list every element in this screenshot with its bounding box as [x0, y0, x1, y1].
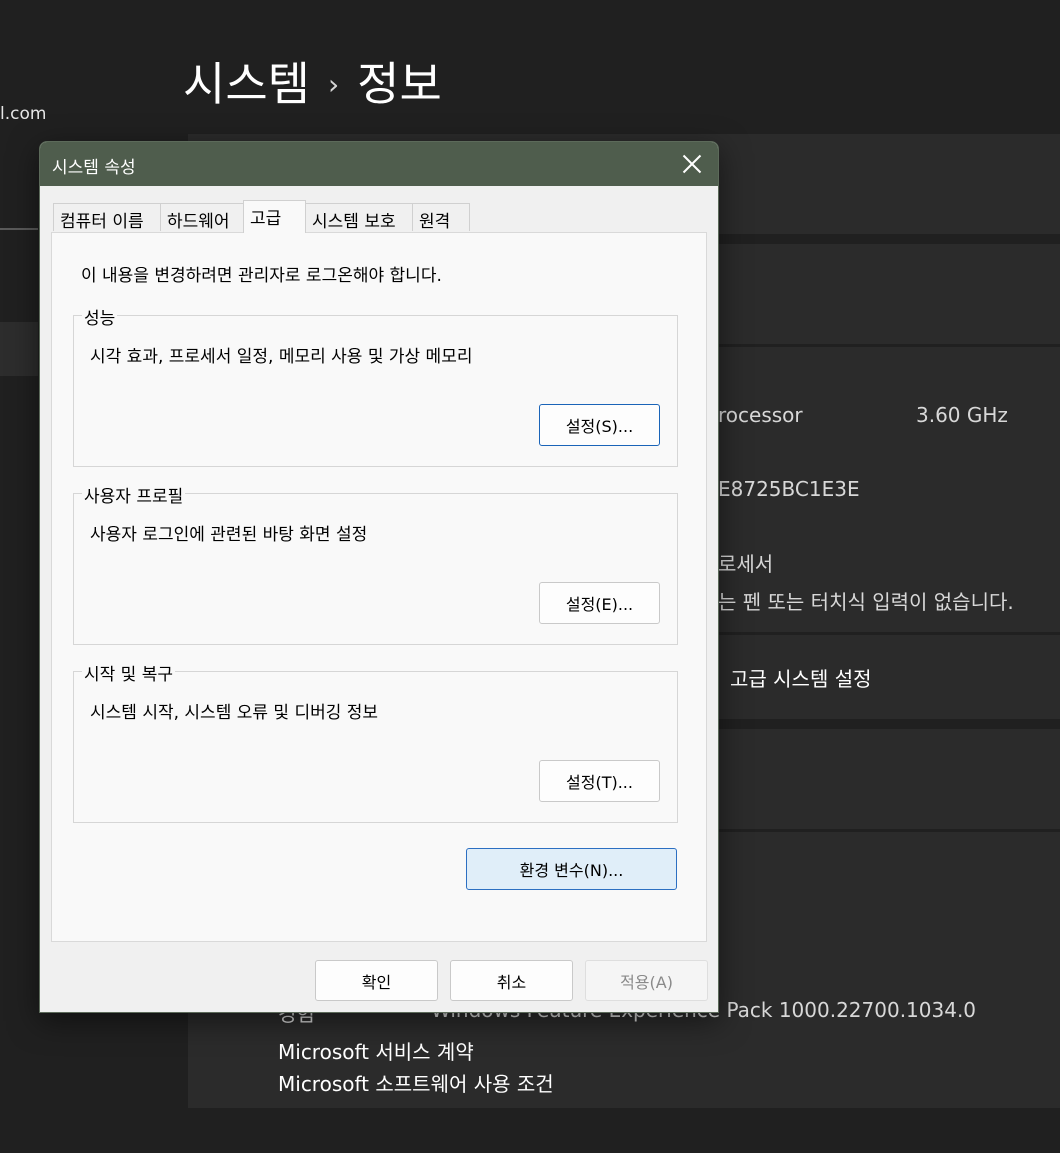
environment-variables-button[interactable]: 환경 변수(N)... [466, 848, 677, 890]
pen-touch-info: 는 펜 또는 터치식 입력이 없습니다. [718, 590, 1014, 614]
processor-label: rocessor [718, 403, 803, 427]
admin-notice: 이 내용을 변경하려면 관리자로 로그온해야 합니다. [81, 266, 442, 286]
user-profiles-settings-button[interactable]: 설정(E)... [539, 582, 660, 624]
advanced-system-settings-link[interactable]: 고급 시스템 설정 [730, 663, 872, 692]
system-type: 로세서 [718, 552, 774, 576]
group-description: 시각 효과, 프로세서 일정, 메모리 사용 및 가상 메모리 [90, 347, 473, 367]
tab-remote[interactable]: 원격 [412, 203, 470, 232]
group-legend: 성능 [82, 304, 118, 329]
ms-license-terms-link[interactable]: Microsoft 소프트웨어 사용 조건 [278, 1068, 554, 1097]
processor-speed: 3.60 GHz [916, 403, 1008, 427]
ok-button[interactable]: 확인 [315, 960, 438, 1001]
ms-services-agreement-link[interactable]: Microsoft 서비스 계약 [278, 1036, 474, 1065]
cancel-button[interactable]: 취소 [450, 960, 573, 1001]
tab-advanced[interactable]: 고급 [243, 200, 306, 233]
nav-search-underline [0, 228, 38, 230]
advanced-tab-panel: 이 내용을 변경하려면 관리자로 로그온해야 합니다. 성능 시각 효과, 프로… [51, 232, 707, 942]
startup-recovery-settings-button[interactable]: 설정(T)... [539, 760, 660, 802]
dialog-title: 시스템 속성 [52, 158, 136, 178]
performance-group: 성능 시각 효과, 프로세서 일정, 메모리 사용 및 가상 메모리 설정(S)… [73, 304, 678, 467]
system-properties-dialog: 시스템 속성 컴퓨터 이름 하드웨어 고급 시스템 보호 원격 이 내용을 변경… [39, 141, 719, 1013]
page-title: 정보 [357, 57, 442, 111]
group-description: 사용자 로그인에 관련된 바탕 화면 설정 [90, 525, 368, 545]
account-email: l.com [0, 104, 47, 124]
tab-computer-name[interactable]: 컴퓨터 이름 [53, 203, 161, 232]
breadcrumb: 시스템 › 정보 [183, 48, 442, 114]
nav-item-selected[interactable] [0, 322, 38, 376]
close-icon[interactable] [680, 152, 704, 176]
group-legend: 사용자 프로필 [82, 482, 186, 507]
chevron-right-icon: › [327, 68, 340, 101]
tab-system-protection[interactable]: 시스템 보호 [305, 203, 413, 232]
product-id: E8725BC1E3E [718, 477, 860, 501]
performance-settings-button[interactable]: 설정(S)... [539, 404, 660, 446]
apply-button: 적용(A) [585, 960, 708, 1001]
user-profiles-group: 사용자 프로필 사용자 로그인에 관련된 바탕 화면 설정 설정(E)... [73, 482, 678, 645]
breadcrumb-parent[interactable]: 시스템 [183, 57, 310, 111]
startup-recovery-group: 시작 및 복구 시스템 시작, 시스템 오류 및 디버깅 정보 설정(T)... [73, 660, 678, 823]
group-description: 시스템 시작, 시스템 오류 및 디버깅 정보 [90, 703, 379, 723]
dialog-titlebar[interactable]: 시스템 속성 [40, 142, 718, 186]
group-legend: 시작 및 복구 [82, 660, 176, 685]
tab-hardware[interactable]: 하드웨어 [160, 203, 244, 232]
